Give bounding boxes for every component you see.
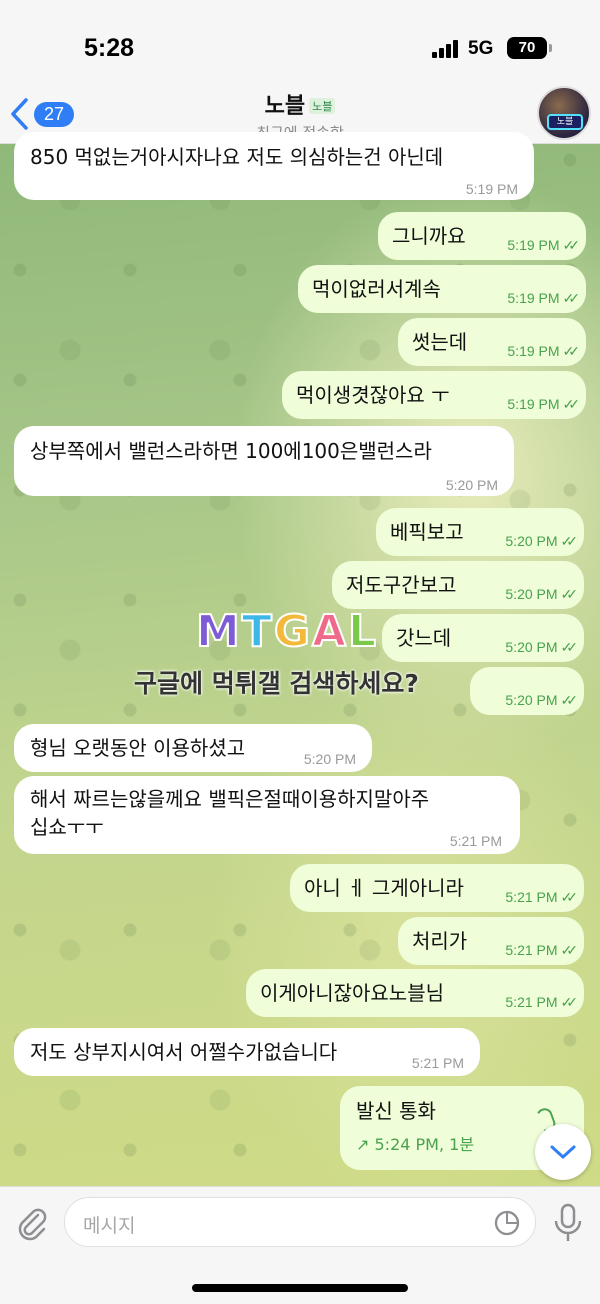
- double-check-icon: ✓✓: [560, 889, 579, 905]
- message-time: 5:21 PM: [411, 1055, 464, 1071]
- message-bubble[interactable]: 베픽보고 5:20 PM ✓✓: [376, 508, 584, 556]
- home-indicator: [192, 1284, 408, 1292]
- message-text: 저도구간보고: [346, 573, 457, 597]
- status-bar: 5:28 5G 70: [0, 0, 600, 88]
- message-time: 5:19 PM: [465, 181, 518, 197]
- message-time: 5:21 PM: [505, 889, 558, 905]
- message-bubble[interactable]: 해서 짜르는않을께요 밸픽은절때이용하지말아주 십쇼ㅜㅜ 5:21 PM: [14, 776, 520, 854]
- message-time: 5:20 PM: [505, 692, 558, 708]
- double-check-icon: ✓✓: [560, 942, 579, 958]
- message-bubble[interactable]: 먹이없러서계속 5:19 PM ✓✓: [298, 265, 586, 313]
- unread-count-badge: 27: [34, 101, 75, 127]
- call-meta: ↗ 5:24 PM, 1분: [356, 1135, 475, 1154]
- call-title: 발신 통화: [356, 1099, 436, 1123]
- message-bubble[interactable]: 저도 상부지시여서 어쩔수가없습니다 5:21 PM: [14, 1028, 480, 1076]
- double-check-icon: ✓✓: [562, 237, 581, 253]
- double-check-icon: ✓✓: [560, 994, 579, 1010]
- message-text: 먹이생겻잖아요 ㅜ: [296, 383, 450, 407]
- message-bubble[interactable]: 썻는데 5:19 PM ✓✓: [398, 318, 586, 366]
- message-bubble[interactable]: 처리가 5:21 PM ✓✓: [398, 917, 584, 965]
- avatar-label: 노블: [547, 114, 583, 130]
- message-bubble[interactable]: 갓느데 5:20 PM ✓✓: [382, 614, 584, 662]
- message-bubble[interactable]: 850 먹없는거아시자나요 저도 의심하는건 아닌데 5:19 PM: [14, 132, 534, 200]
- status-time: 5:28: [84, 34, 135, 62]
- message-time: 5:20 PM: [303, 751, 356, 767]
- message-text: 그니까요: [392, 224, 466, 248]
- double-check-icon: ✓✓: [560, 692, 579, 708]
- message-text: 상부쪽에서 밸런스라하면 100에100은밸런스라: [30, 439, 432, 463]
- paperclip-icon[interactable]: [14, 1205, 50, 1241]
- avatar[interactable]: 노블: [537, 86, 591, 140]
- double-check-icon: ✓✓: [560, 533, 579, 549]
- double-check-icon: ✓✓: [562, 290, 581, 306]
- double-check-icon: ✓✓: [562, 396, 581, 412]
- message-text: 저도 상부지시여서 어쩔수가없습니다: [30, 1040, 338, 1064]
- microphone-icon[interactable]: [552, 1203, 584, 1243]
- message-time: 5:20 PM: [505, 639, 558, 655]
- scroll-down-button[interactable]: [535, 1124, 591, 1180]
- watermark-logo: MTGAL: [195, 605, 379, 658]
- message-bubble[interactable]: 상부쪽에서 밸런스라하면 100에100은밸런스라 5:20 PM: [14, 426, 514, 496]
- title-badge: 노블: [309, 98, 336, 114]
- sticker-icon[interactable]: [493, 1209, 521, 1237]
- network-label: 5G: [468, 38, 494, 59]
- signal-icon: [432, 40, 462, 58]
- message-text: 썻는데: [412, 330, 468, 354]
- message-time: 5:21 PM: [505, 942, 558, 958]
- message-text: 처리가: [412, 929, 468, 953]
- message-bubble[interactable]: 저도구간보고 5:20 PM ✓✓: [332, 561, 584, 609]
- message-time: 5:21 PM: [505, 994, 558, 1010]
- message-bubble[interactable]: 아니 ㅔ 그게아니라 5:21 PM ✓✓: [290, 864, 584, 912]
- message-bubble[interactable]: 5:20 PM ✓✓: [470, 667, 584, 715]
- message-bubble[interactable]: 그니까요 5:19 PM ✓✓: [378, 212, 586, 260]
- chat-title: 노블: [264, 94, 306, 119]
- message-text-line-2: 십쇼ㅜㅜ: [30, 815, 104, 839]
- message-text: 베픽보고: [390, 520, 464, 544]
- message-time: 5:19 PM: [507, 396, 560, 412]
- message-text: 850 먹없는거아시자나요 저도 의심하는건 아닌데: [30, 145, 444, 169]
- double-check-icon: ✓✓: [560, 639, 579, 655]
- message-text: 형님 오랫동안 이용하셨고: [30, 736, 246, 760]
- message-text: 이게아니잖아요노블님: [260, 981, 444, 1005]
- double-check-icon: ✓✓: [560, 586, 579, 602]
- message-text: 아니 ㅔ 그게아니라: [304, 876, 464, 900]
- chevron-down-icon: [550, 1145, 576, 1159]
- message-bubble[interactable]: 먹이생겻잖아요 ㅜ 5:19 PM ✓✓: [282, 371, 586, 419]
- watermark-text: 구글에 먹튀갤 검색하세요?: [134, 669, 419, 698]
- message-bubble[interactable]: 이게아니잖아요노블님 5:21 PM ✓✓: [246, 969, 584, 1017]
- message-bubble[interactable]: 형님 오랫동안 이용하셨고 5:20 PM: [14, 724, 372, 772]
- message-time: 5:21 PM: [449, 833, 502, 849]
- message-time: 5:19 PM: [507, 343, 560, 359]
- message-text-line-1: 해서 짜르는않을께요 밸픽은절때이용하지말아주: [30, 787, 430, 811]
- battery-icon: 70: [507, 37, 547, 59]
- back-button[interactable]: 27: [10, 98, 75, 130]
- message-text: 갓느데: [396, 626, 452, 650]
- message-input[interactable]: 메시지: [64, 1197, 536, 1247]
- message-text: 먹이없러서계속: [312, 277, 441, 301]
- message-time: 5:19 PM: [507, 290, 560, 306]
- message-time: 5:19 PM: [507, 237, 560, 253]
- chevron-left-icon: [11, 98, 28, 130]
- double-check-icon: ✓✓: [562, 343, 581, 359]
- message-time: 5:20 PM: [445, 477, 498, 493]
- message-time: 5:20 PM: [505, 586, 558, 602]
- message-input-placeholder: 메시지: [83, 1215, 136, 1237]
- message-time: 5:20 PM: [505, 533, 558, 549]
